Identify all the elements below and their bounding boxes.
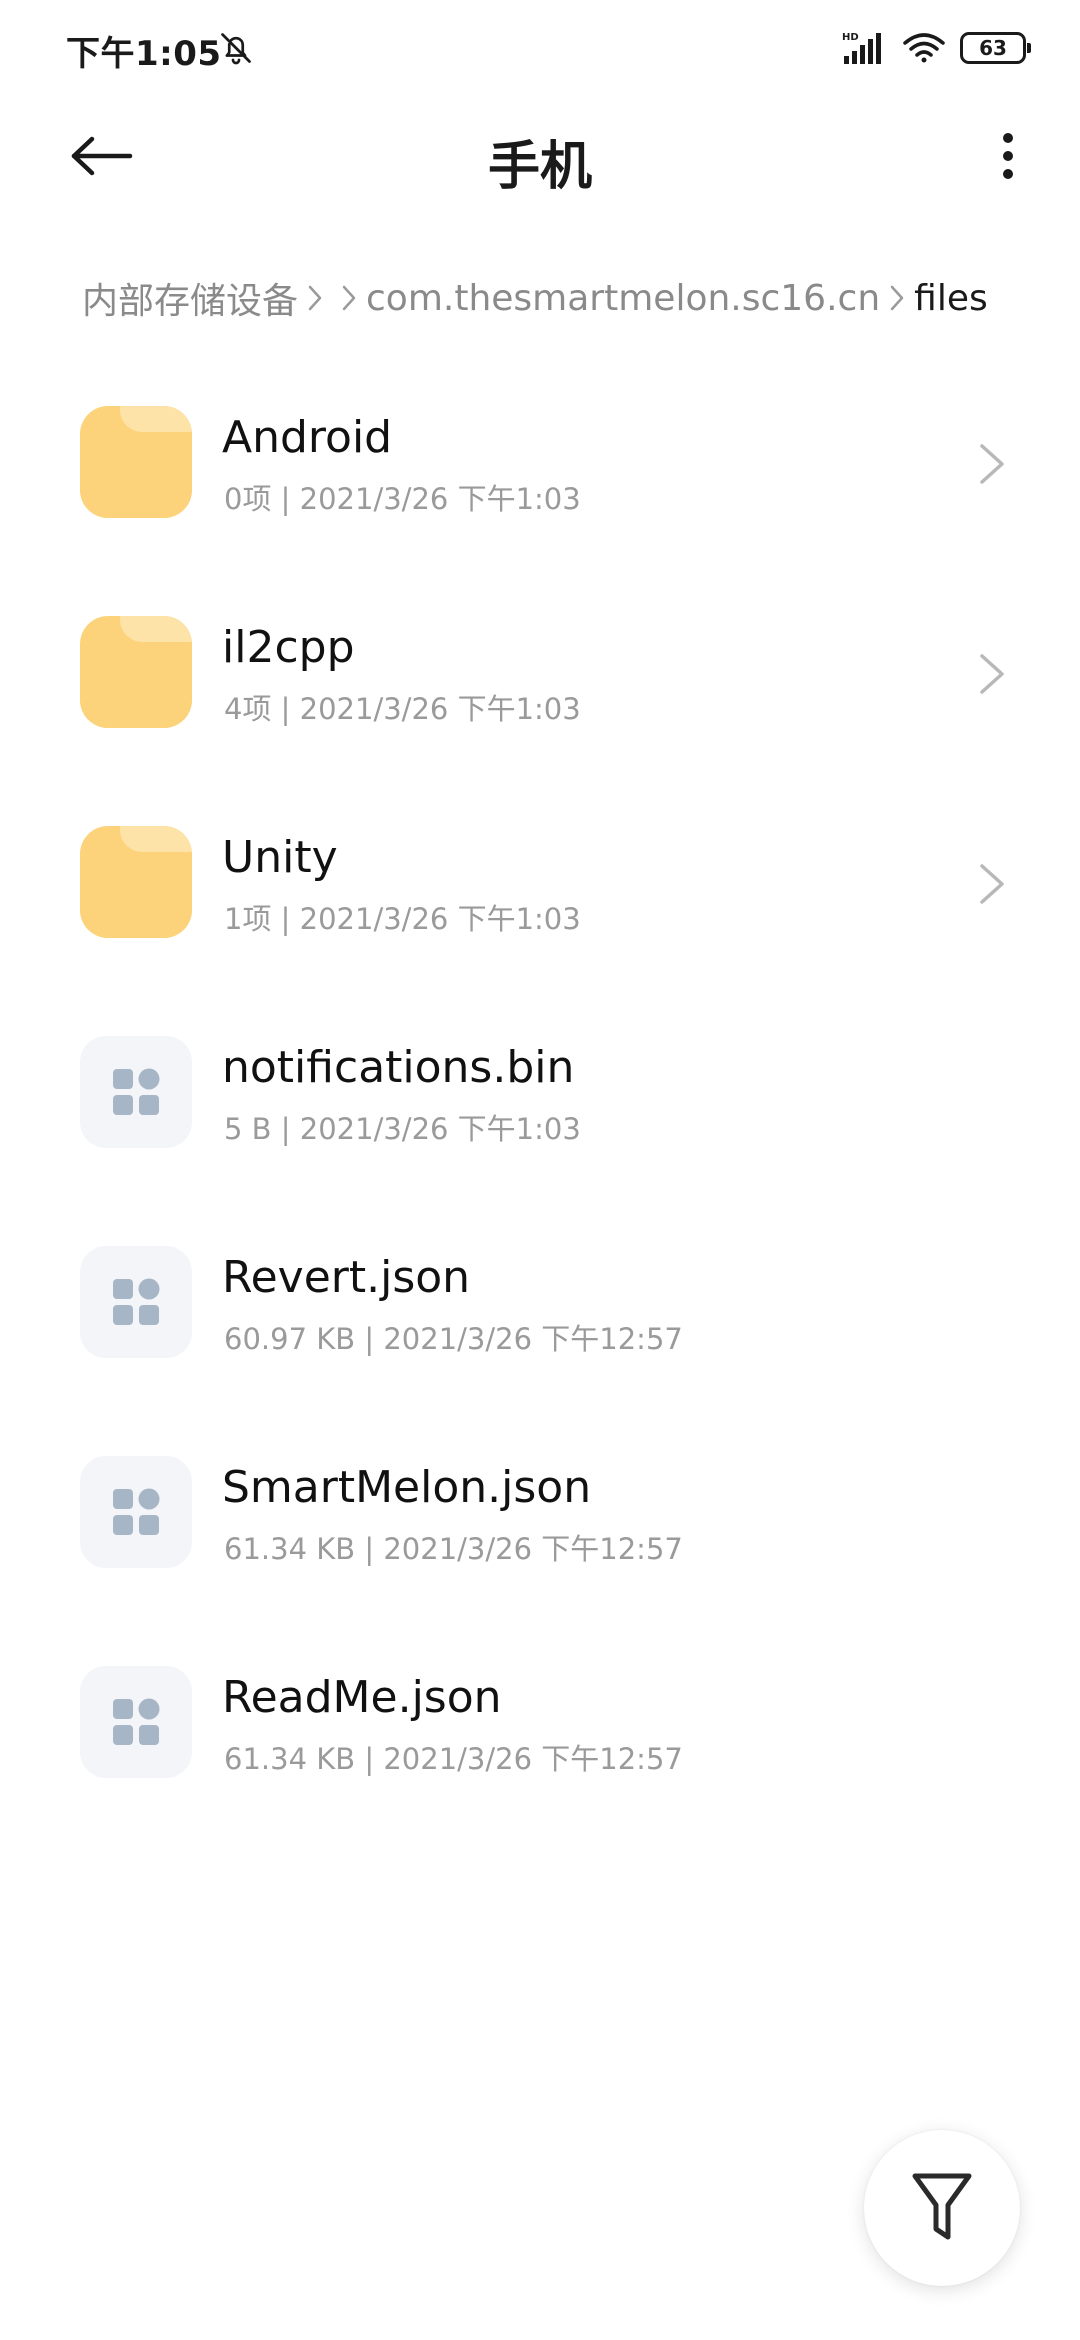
item-name: Android <box>222 412 393 463</box>
item-meta: 60.97 KB | 2021/3/26 下午12:57 <box>224 1322 683 1356</box>
filter-button[interactable] <box>864 2130 1020 2286</box>
list-item-file[interactable]: notifications.bin 5 B | 2021/3/26 下午1:03 <box>0 1002 1080 1212</box>
chevron-right-icon <box>338 280 360 316</box>
cellular-signal-icon: HD <box>842 32 881 64</box>
item-meta: 5 B | 2021/3/26 下午1:03 <box>224 1112 581 1146</box>
unknown-file-icon <box>80 1036 192 1148</box>
list-item-file[interactable]: Revert.json 60.97 KB | 2021/3/26 下午12:57 <box>0 1212 1080 1422</box>
item-meta: 61.34 KB | 2021/3/26 下午12:57 <box>224 1742 683 1776</box>
list-item-file[interactable]: ReadMe.json 61.34 KB | 2021/3/26 下午12:57 <box>0 1632 1080 1842</box>
folder-icon <box>80 616 192 728</box>
wifi-icon <box>903 33 945 63</box>
file-list: Android 0项 | 2021/3/26 下午1:03 il2cpp 4项 … <box>0 372 1080 1842</box>
folder-icon <box>80 406 192 518</box>
list-item-folder[interactable]: Unity 1项 | 2021/3/26 下午1:03 <box>0 792 1080 1002</box>
item-meta: 0项 | 2021/3/26 下午1:03 <box>224 482 581 516</box>
breadcrumb-item-package[interactable]: com.thesmartmelon.sc16.cn <box>366 278 880 319</box>
status-icons: HD 63 <box>842 28 1031 68</box>
more-options-button[interactable] <box>972 120 1044 192</box>
battery-icon: 63 <box>960 32 1031 64</box>
chevron-right-icon <box>980 444 1004 484</box>
item-meta: 4项 | 2021/3/26 下午1:03 <box>224 692 581 726</box>
chevron-right-icon <box>886 280 908 316</box>
breadcrumb-item-files[interactable]: files <box>914 278 988 319</box>
page-title: 手机 <box>487 137 592 197</box>
list-item-file[interactable]: SmartMelon.json 61.34 KB | 2021/3/26 下午1… <box>0 1422 1080 1632</box>
status-bar: 下午1:05 HD 63 <box>0 0 1080 96</box>
unknown-file-icon <box>80 1246 192 1358</box>
list-item-folder[interactable]: il2cpp 4项 | 2021/3/26 下午1:03 <box>0 582 1080 792</box>
unknown-file-icon <box>80 1456 192 1568</box>
title-bar: 手机 <box>0 96 1080 216</box>
battery-level: 63 <box>979 36 1007 60</box>
item-name: il2cpp <box>222 622 355 673</box>
more-vertical-icon <box>1003 133 1013 179</box>
chevron-right-icon <box>980 864 1004 904</box>
folder-icon <box>80 826 192 938</box>
item-name: notifications.bin <box>222 1042 575 1093</box>
breadcrumb: 内部存储设备 com.thesmartmelon.sc16.cn files <box>82 270 988 326</box>
item-meta: 1项 | 2021/3/26 下午1:03 <box>224 902 581 936</box>
item-meta: 61.34 KB | 2021/3/26 下午12:57 <box>224 1532 683 1566</box>
network-badge: HD <box>842 32 859 43</box>
bell-off-icon <box>221 33 251 65</box>
item-name: SmartMelon.json <box>222 1462 592 1513</box>
breadcrumb-item-internal-storage[interactable]: 内部存储设备 <box>82 272 298 324</box>
unknown-file-icon <box>80 1666 192 1778</box>
item-name: Unity <box>222 832 338 883</box>
chevron-right-icon <box>980 654 1004 694</box>
item-name: Revert.json <box>222 1252 471 1303</box>
chevron-right-icon <box>304 280 326 316</box>
list-item-folder[interactable]: Android 0项 | 2021/3/26 下午1:03 <box>0 372 1080 582</box>
status-time: 下午1:05 <box>66 34 222 74</box>
filter-icon <box>912 2173 972 2240</box>
item-name: ReadMe.json <box>222 1672 502 1723</box>
